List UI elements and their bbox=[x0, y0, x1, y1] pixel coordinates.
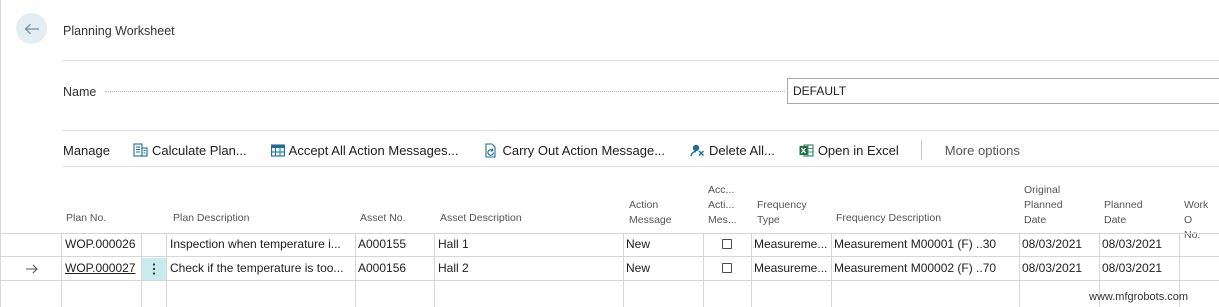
row-actions-button[interactable] bbox=[142, 258, 166, 280]
open-in-excel-button[interactable]: Open in Excel bbox=[799, 143, 899, 158]
header-line: Mes... bbox=[708, 214, 737, 226]
header-line: Frequency bbox=[757, 199, 807, 211]
column-header-accept-action-message[interactable]: Acc... Acti... Mes... bbox=[708, 183, 737, 228]
document-refresh-icon bbox=[485, 142, 497, 158]
carry-out-label: Carry Out Action Message... bbox=[502, 142, 666, 158]
grid-line bbox=[703, 233, 704, 307]
column-header-work-order-no[interactable]: Work O No. bbox=[1184, 198, 1219, 243]
accept-action-message-checkbox[interactable] bbox=[722, 239, 732, 249]
divider bbox=[62, 130, 1219, 131]
frequency-description-cell[interactable]: Measurement M00002 (F) ..70 bbox=[834, 261, 1017, 275]
original-planned-date-cell[interactable]: 08/03/2021 bbox=[1022, 261, 1098, 275]
grid-line bbox=[434, 233, 435, 307]
column-header-asset-no[interactable]: Asset No. bbox=[360, 211, 406, 226]
planned-date-cell[interactable]: 08/03/2021 bbox=[1102, 237, 1178, 251]
column-header-action-message[interactable]: Action Message bbox=[629, 198, 672, 228]
planned-date-cell[interactable]: 08/03/2021 bbox=[1102, 261, 1178, 275]
accept-all-action-messages-button[interactable]: Accept All Action Messages... bbox=[270, 142, 459, 158]
grid-line bbox=[0, 256, 1219, 257]
table-icon bbox=[270, 143, 285, 157]
header-line: Work O bbox=[1184, 199, 1209, 226]
grid-line bbox=[751, 233, 752, 307]
left-border bbox=[0, 0, 1, 307]
excel-icon bbox=[799, 144, 814, 156]
header-line: Acc... bbox=[708, 184, 735, 196]
header-line: Original bbox=[1024, 184, 1061, 196]
calculate-plan-icon bbox=[133, 142, 148, 157]
more-options-button[interactable]: More options bbox=[945, 143, 1020, 158]
original-planned-date-cell[interactable]: 08/03/2021 bbox=[1022, 237, 1098, 251]
grid-line bbox=[355, 233, 356, 307]
name-leader-dots bbox=[105, 91, 785, 92]
manage-label: Manage bbox=[63, 142, 110, 158]
plan-description-cell[interactable]: Check if the temperature is too... bbox=[170, 261, 353, 275]
calculate-plan-button[interactable]: Calculate Plan... bbox=[133, 143, 247, 158]
plan-no-cell[interactable]: WOP.000026 bbox=[65, 237, 139, 251]
delete-icon bbox=[690, 144, 705, 157]
action-bar: Manage Calculate Plan... Accept All Acti… bbox=[63, 139, 1020, 161]
asset-no-cell[interactable]: A000155 bbox=[358, 237, 432, 251]
frequency-type-cell[interactable]: Measureme... bbox=[754, 261, 829, 275]
more-vertical-icon bbox=[152, 263, 156, 275]
column-header-asset-description[interactable]: Asset Description bbox=[440, 211, 522, 226]
header-line: Date bbox=[1024, 214, 1047, 226]
asset-no-cell[interactable]: A000156 bbox=[358, 261, 432, 275]
accept-action-message-checkbox[interactable] bbox=[722, 263, 732, 273]
carry-out-action-message-button[interactable]: Carry Out Action Message... bbox=[484, 143, 665, 158]
column-header-frequency-type[interactable]: Frequency Type bbox=[757, 198, 807, 228]
header-line: Date bbox=[1104, 214, 1127, 226]
header-line: Type bbox=[757, 214, 780, 226]
frequency-type-cell[interactable]: Measureme... bbox=[754, 237, 829, 251]
page-title: Planning Worksheet bbox=[63, 24, 175, 38]
column-header-original-planned-date[interactable]: Original Planned Date bbox=[1024, 183, 1063, 228]
divider bbox=[62, 60, 1219, 61]
more-options-label: More options bbox=[944, 142, 1020, 158]
grid-line bbox=[0, 280, 1219, 281]
row-selected-arrow-icon bbox=[26, 264, 38, 274]
action-message-cell[interactable]: New bbox=[626, 237, 700, 251]
toolbar-separator bbox=[920, 140, 922, 160]
accept-all-label: Accept All Action Messages... bbox=[288, 142, 459, 158]
header-line: Acti... bbox=[708, 199, 735, 211]
grid-line bbox=[623, 233, 624, 307]
header-line: Planned bbox=[1024, 199, 1063, 211]
divider bbox=[62, 166, 1219, 167]
header-line: Action bbox=[629, 199, 659, 211]
plan-description-cell[interactable]: Inspection when temperature i... bbox=[170, 237, 353, 251]
asset-description-cell[interactable]: Hall 2 bbox=[438, 261, 621, 275]
delete-all-label: Delete All... bbox=[709, 142, 775, 158]
back-button[interactable] bbox=[16, 13, 47, 44]
header-line: Message bbox=[629, 214, 672, 226]
arrow-left-icon bbox=[24, 23, 39, 34]
plan-no-link[interactable]: WOP.000027 bbox=[65, 261, 136, 275]
grid-line bbox=[166, 233, 167, 307]
action-message-cell[interactable]: New bbox=[626, 261, 700, 275]
column-header-planned-date[interactable]: Planned Date bbox=[1104, 198, 1143, 228]
grid-line bbox=[0, 233, 1219, 234]
calculate-plan-label: Calculate Plan... bbox=[151, 142, 247, 158]
manage-menu[interactable]: Manage bbox=[63, 143, 110, 158]
column-header-frequency-description[interactable]: Frequency Description bbox=[836, 211, 941, 226]
open-in-excel-label: Open in Excel bbox=[817, 142, 899, 158]
column-header-plan-no[interactable]: Plan No. bbox=[66, 211, 106, 226]
grid-line bbox=[1019, 233, 1020, 307]
header-line: No. bbox=[1184, 229, 1201, 241]
asset-description-cell[interactable]: Hall 1 bbox=[438, 237, 621, 251]
frequency-description-cell[interactable]: Measurement M00001 (F) ..30 bbox=[834, 237, 1017, 251]
grid-line bbox=[831, 233, 832, 307]
name-input[interactable] bbox=[787, 78, 1219, 104]
plan-no-cell[interactable]: WOP.000027 bbox=[65, 261, 139, 275]
name-label: Name bbox=[63, 85, 97, 99]
delete-all-button[interactable]: Delete All... bbox=[690, 143, 775, 158]
column-header-plan-description[interactable]: Plan Description bbox=[173, 211, 249, 226]
header-line: Planned bbox=[1104, 199, 1143, 211]
watermark: www.mfgrobots.com bbox=[1089, 291, 1189, 303]
grid-line bbox=[61, 233, 62, 307]
